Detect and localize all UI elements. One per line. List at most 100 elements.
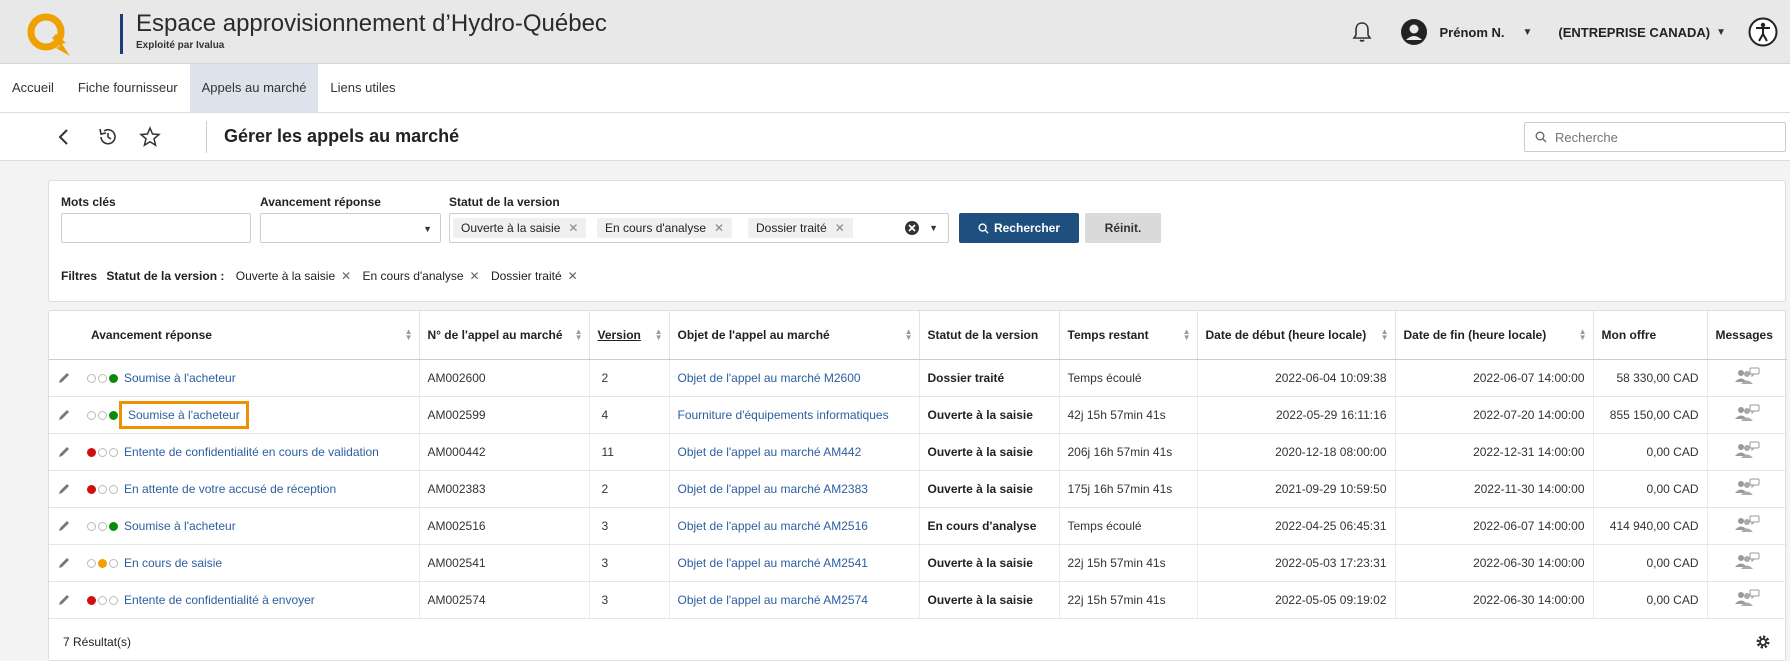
progress-link[interactable]: Soumise à l'acheteur xyxy=(124,371,236,385)
remove-filter-icon[interactable]: ✕ xyxy=(470,269,480,283)
col-header-version[interactable]: Version ▲ ▼ xyxy=(589,311,670,360)
messages-icon[interactable] xyxy=(1734,552,1760,570)
messages-icon[interactable] xyxy=(1734,367,1760,385)
sort-icon[interactable]: ▲ ▼ xyxy=(1381,328,1389,342)
progress-link[interactable]: Entente de confidentialité à envoyer xyxy=(124,593,315,607)
offer-cell: 0,00 CAD xyxy=(1593,581,1708,619)
sort-icon[interactable]: ▲ ▼ xyxy=(1183,328,1191,342)
status-tag[interactable]: En cours d'analyse ✕ xyxy=(597,218,733,238)
pencil-icon[interactable] xyxy=(57,371,71,385)
status-multiselect[interactable]: Ouverte à la saisie ✕ En cours d'analyse ✕… xyxy=(449,213,949,243)
status-cell: En cours d'analyse xyxy=(919,507,1060,545)
remove-filter-icon[interactable]: ✕ xyxy=(341,269,351,283)
remaining-cell: 175j 16h 57min 41s xyxy=(1059,470,1198,508)
sort-icon[interactable]: ▲ ▼ xyxy=(405,328,413,342)
hydro-quebec-logo[interactable] xyxy=(26,12,74,58)
reset-button[interactable]: Réinit. xyxy=(1085,213,1161,243)
progress-link[interactable]: Soumise à l'acheteur xyxy=(119,400,249,429)
col-header-object[interactable]: Objet de l'appel au marché ▲ ▼ xyxy=(669,311,920,360)
sort-icon[interactable]: ▲ ▼ xyxy=(1579,328,1587,342)
remove-tag-icon[interactable]: ✕ xyxy=(568,221,578,235)
clear-all-icon[interactable] xyxy=(904,220,920,236)
chevron-down-icon[interactable]: ▼ xyxy=(929,223,938,233)
pencil-icon[interactable] xyxy=(57,408,71,422)
progress-select[interactable]: ▼ xyxy=(260,213,441,243)
remove-tag-icon[interactable]: ✕ xyxy=(835,221,845,235)
progress-link[interactable]: Soumise à l'acheteur xyxy=(124,519,236,533)
object-link[interactable]: Objet de l'appel au marché M2600 xyxy=(669,359,920,397)
accessibility-icon[interactable] xyxy=(1748,17,1778,47)
remove-filter-icon[interactable]: ✕ xyxy=(568,269,578,283)
table-row[interactable]: Soumise à l'acheteur AM002516 3 Objet de l'… xyxy=(49,507,1787,545)
star-icon[interactable] xyxy=(138,125,162,149)
object-link[interactable]: Fourniture d'équipements informatiques xyxy=(669,396,920,434)
messages-icon[interactable] xyxy=(1734,404,1760,422)
status-tag[interactable]: Dossier traité ✕ xyxy=(748,218,853,238)
pencil-icon[interactable] xyxy=(57,556,71,570)
col-header-start[interactable]: Date de début (heure locale) ▲ ▼ xyxy=(1197,311,1396,360)
tab-appels-au-marche[interactable]: Appels au marché xyxy=(189,64,319,112)
col-header-end[interactable]: Date de fin (heure locale) ▲ ▼ xyxy=(1395,311,1594,360)
history-icon[interactable] xyxy=(96,125,120,149)
user-name[interactable]: Prénom N. xyxy=(1440,25,1505,40)
back-icon[interactable] xyxy=(52,125,76,149)
pencil-icon[interactable] xyxy=(57,519,71,533)
table-row[interactable]: Soumise à l'acheteur AM002599 4 Fourniture … xyxy=(49,396,1787,434)
active-filter-tag[interactable]: Dossier traité ✕ xyxy=(491,269,578,283)
object-link[interactable]: Objet de l'appel au marché AM2516 xyxy=(669,507,920,545)
offer-cell: 0,00 CAD xyxy=(1593,544,1708,582)
global-search[interactable] xyxy=(1524,122,1786,152)
sort-icon[interactable]: ▲ ▼ xyxy=(905,328,913,342)
tab-fiche-fournisseur[interactable]: Fiche fournisseur xyxy=(66,64,190,112)
bell-icon[interactable] xyxy=(1350,20,1374,44)
object-link[interactable]: Objet de l'appel au marché AM442 xyxy=(669,433,920,471)
search-button-label: Rechercher xyxy=(993,221,1061,235)
object-link[interactable]: Objet de l'appel au marché AM2383 xyxy=(669,470,920,508)
messages-icon[interactable] xyxy=(1734,478,1760,496)
version-cell: 3 xyxy=(589,544,670,582)
keywords-input[interactable] xyxy=(61,213,251,243)
user-avatar-icon[interactable] xyxy=(1400,18,1428,46)
col-header-remaining[interactable]: Temps restant ▲ ▼ xyxy=(1059,311,1198,360)
company-selector[interactable]: (ENTREPRISE CANADA) xyxy=(1558,25,1710,40)
status-tag[interactable]: Ouverte à la saisie ✕ xyxy=(453,218,587,238)
table-row[interactable]: En cours de saisie AM002541 3 Objet de l'ap… xyxy=(49,544,1787,582)
object-link[interactable]: Objet de l'appel au marché AM2574 xyxy=(669,581,920,619)
col-header-progress[interactable]: Avancement réponse ▲ ▼ xyxy=(49,311,420,360)
page-toolbar: Gérer les appels au marché xyxy=(0,113,1790,161)
pencil-icon[interactable] xyxy=(57,593,71,607)
remove-tag-icon[interactable]: ✕ xyxy=(714,221,724,235)
progress-link[interactable]: Entente de confidentialité en cours de v… xyxy=(124,445,379,459)
pencil-icon[interactable] xyxy=(57,482,71,496)
active-filter-tag[interactable]: Ouverte à la saisie ✕ xyxy=(236,269,351,283)
active-filter-tag[interactable]: En cours d'analyse ✕ xyxy=(363,269,480,283)
progress-dots xyxy=(87,482,120,496)
filter-panel: Mots clés Avancement réponse ▼ Statut de… xyxy=(48,180,1786,302)
messages-icon[interactable] xyxy=(1734,589,1760,607)
messages-icon[interactable] xyxy=(1734,441,1760,459)
tab-accueil[interactable]: Accueil xyxy=(0,64,66,112)
pencil-icon[interactable] xyxy=(57,445,71,459)
col-header-number[interactable]: N° de l'appel au marché ▲ ▼ xyxy=(419,311,590,360)
progress-cell: En attente de votre accusé de réception xyxy=(49,470,420,508)
user-menu-caret-icon[interactable]: ▼ xyxy=(1523,27,1533,38)
number-cell: AM002516 xyxy=(419,507,590,545)
sort-icon[interactable]: ▲ ▼ xyxy=(575,328,583,342)
progress-cell: Entente de confidentialité en cours de v… xyxy=(49,433,420,471)
table-row[interactable]: En attente de votre accusé de réception A… xyxy=(49,470,1787,508)
progress-link[interactable]: En attente de votre accusé de réception xyxy=(124,482,336,496)
tab-liens-utiles[interactable]: Liens utiles xyxy=(318,64,407,112)
object-link[interactable]: Objet de l'appel au marché AM2541 xyxy=(669,544,920,582)
progress-link[interactable]: En cours de saisie xyxy=(124,556,222,570)
table-row[interactable]: Entente de confidentialité à envoyer AM00… xyxy=(49,581,1787,619)
messages-cell xyxy=(1707,507,1787,545)
search-input[interactable] xyxy=(1555,128,1775,146)
company-caret-icon[interactable]: ▼ xyxy=(1716,27,1726,38)
messages-cell xyxy=(1707,470,1787,508)
messages-icon[interactable] xyxy=(1734,515,1760,533)
settings-gear-icon[interactable] xyxy=(1755,634,1771,650)
table-row[interactable]: Entente de confidentialité en cours de v… xyxy=(49,433,1787,471)
table-row[interactable]: Soumise à l'acheteur AM002600 2 Objet de l'… xyxy=(49,359,1787,397)
search-button[interactable]: Rechercher xyxy=(959,213,1079,243)
sort-icon[interactable]: ▲ ▼ xyxy=(655,328,663,342)
